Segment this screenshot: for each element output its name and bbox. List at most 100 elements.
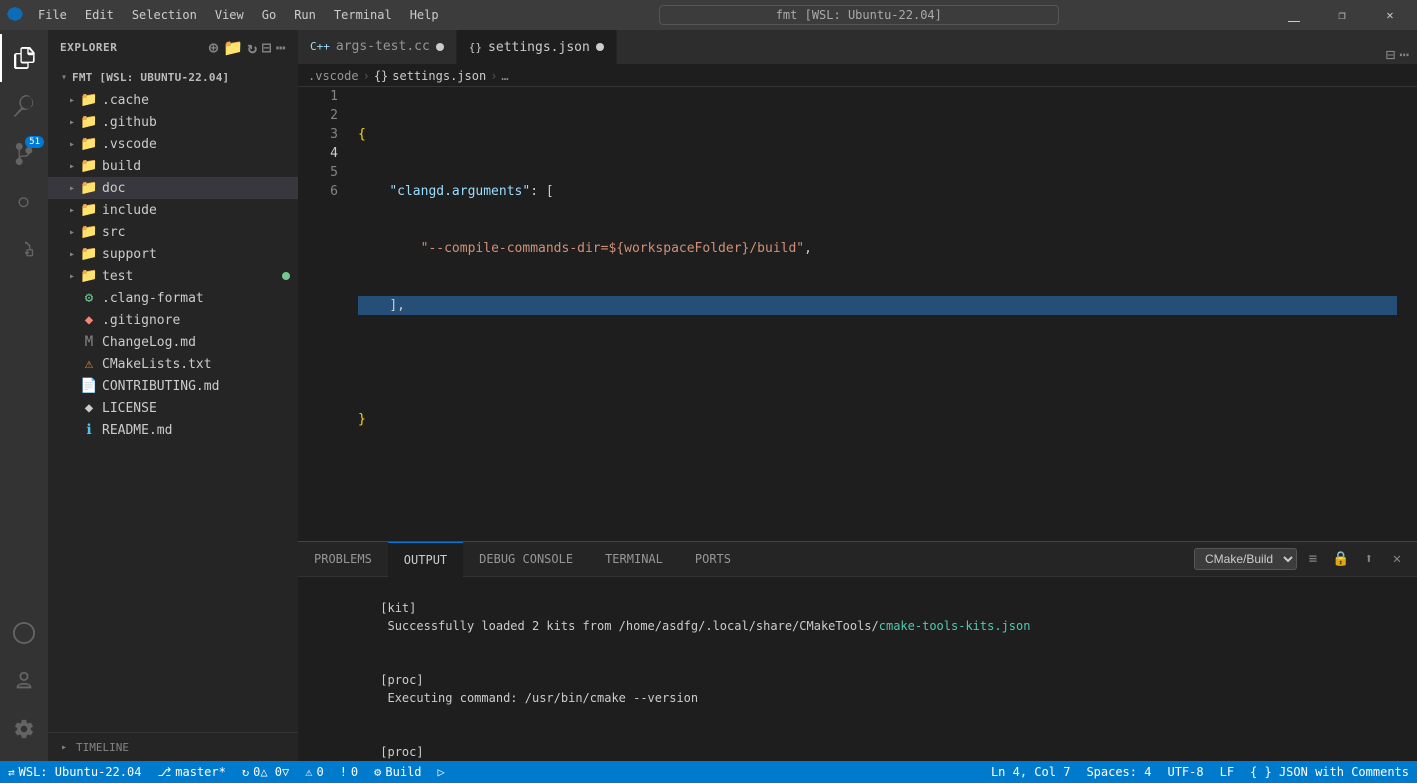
file-label-readme: README.md bbox=[102, 423, 282, 438]
code-line-2: "clangd.arguments": [ bbox=[358, 182, 1397, 201]
dot-test bbox=[282, 272, 290, 280]
tab-output[interactable]: OUTPUT bbox=[388, 542, 463, 577]
status-cursor[interactable]: Ln 4, Col 7 bbox=[983, 761, 1078, 783]
sidebar-item-clang-format[interactable]: ⚙ .clang-format bbox=[48, 287, 298, 309]
menu-view[interactable]: View bbox=[207, 4, 252, 26]
folder-icon-cache: 📁 bbox=[80, 91, 98, 109]
folder-arrow-src bbox=[64, 224, 80, 240]
sidebar-item-build[interactable]: 📁 build bbox=[48, 155, 298, 177]
source-control-icon[interactable]: 51 bbox=[0, 130, 48, 178]
tab-ports[interactable]: PORTS bbox=[679, 542, 747, 577]
log-link-1[interactable]: cmake-tools-kits.json bbox=[879, 619, 1031, 633]
root-folder-item[interactable]: FMT [WSL: UBUNTU-22.04] bbox=[48, 65, 298, 89]
folder-arrow-test bbox=[64, 268, 80, 284]
tab-problems[interactable]: PROBLEMS bbox=[298, 542, 388, 577]
line-num-6: 6 bbox=[298, 182, 338, 201]
sidebar-item-src[interactable]: 📁 src bbox=[48, 221, 298, 243]
sidebar-item-vscode[interactable]: 📁 .vscode bbox=[48, 133, 298, 155]
close-button[interactable]: ✕ bbox=[1367, 0, 1413, 30]
maximize-panel-icon[interactable]: ⬆ bbox=[1357, 547, 1381, 571]
menu-selection[interactable]: Selection bbox=[124, 4, 205, 26]
breadcrumb-ellipsis[interactable]: … bbox=[501, 69, 508, 83]
sidebar-item-license[interactable]: ◆ LICENSE bbox=[48, 397, 298, 419]
new-folder-icon[interactable]: 📁 bbox=[223, 38, 243, 57]
folder-arrow-github bbox=[64, 114, 80, 130]
tab-icon-json: {} bbox=[469, 41, 482, 54]
sidebar-item-changelog[interactable]: M ChangeLog.md bbox=[48, 331, 298, 353]
sidebar-item-support[interactable]: 📁 support bbox=[48, 243, 298, 265]
tab-debug-console[interactable]: DEBUG CONSOLE bbox=[463, 542, 589, 577]
menu-terminal[interactable]: Terminal bbox=[326, 4, 400, 26]
timeline-section[interactable]: TIMELINE bbox=[48, 732, 298, 761]
status-branch[interactable]: ⎇ master* bbox=[149, 761, 233, 783]
tab-settings-json[interactable]: {} settings.json bbox=[457, 30, 617, 64]
status-build[interactable]: ⚙ Build bbox=[366, 761, 429, 783]
status-language[interactable]: { } JSON with Comments bbox=[1242, 761, 1417, 783]
output-channel-select[interactable]: CMake/Build bbox=[1194, 548, 1297, 570]
status-warnings[interactable]: ! 0 bbox=[332, 761, 366, 783]
sidebar-item-include[interactable]: 📁 include bbox=[48, 199, 298, 221]
sidebar-item-cmakelists[interactable]: ⚠ CMakeLists.txt bbox=[48, 353, 298, 375]
folder-arrow-build bbox=[64, 158, 80, 174]
lock-output-icon[interactable]: 🔒 bbox=[1329, 547, 1353, 571]
more-tab-actions-icon[interactable]: ⋯ bbox=[1399, 45, 1409, 64]
minimize-button[interactable]: ⎽ bbox=[1271, 0, 1317, 30]
file-label-license: LICENSE bbox=[102, 401, 282, 416]
menu-edit[interactable]: Edit bbox=[77, 4, 122, 26]
tab-terminal[interactable]: TERMINAL bbox=[589, 542, 679, 577]
remote-explorer-icon[interactable] bbox=[0, 609, 48, 657]
restore-button[interactable]: ❐ bbox=[1319, 0, 1365, 30]
search-icon[interactable] bbox=[0, 82, 48, 130]
menu-help[interactable]: Help bbox=[402, 4, 447, 26]
run-debug-icon[interactable] bbox=[0, 178, 48, 226]
status-eol[interactable]: LF bbox=[1212, 761, 1242, 783]
code-content[interactable]: { "clangd.arguments": [ "--compile-comma… bbox=[348, 87, 1407, 541]
tab-args-test[interactable]: C++ args-test.cc bbox=[298, 30, 457, 64]
split-editor-icon[interactable]: ⊟ bbox=[1386, 45, 1396, 64]
status-sync[interactable]: ↻ 0△ 0▽ bbox=[234, 761, 297, 783]
code-line-1: { bbox=[358, 125, 1397, 144]
log-prefix-kit-1: [kit] bbox=[380, 601, 416, 615]
folder-arrow-doc bbox=[64, 180, 80, 196]
new-file-icon[interactable]: ⊕ bbox=[209, 38, 219, 57]
account-icon[interactable] bbox=[0, 657, 48, 705]
status-errors[interactable]: ⚠ 0 bbox=[297, 761, 331, 783]
tab-modified-settings bbox=[596, 43, 604, 51]
sidebar-item-test[interactable]: 📁 test bbox=[48, 265, 298, 287]
sidebar-item-gitignore[interactable]: ◆ .gitignore bbox=[48, 309, 298, 331]
status-remote[interactable]: ⇄ WSL: Ubuntu-22.04 bbox=[0, 761, 149, 783]
folder-arrow-include bbox=[64, 202, 80, 218]
menu-file[interactable]: File bbox=[30, 4, 75, 26]
settings-icon[interactable] bbox=[0, 705, 48, 753]
breadcrumb-file[interactable]: settings.json bbox=[392, 69, 486, 83]
refresh-icon[interactable]: ↻ bbox=[247, 38, 257, 57]
sidebar-item-contributing[interactable]: 📄 CONTRIBUTING.md bbox=[48, 375, 298, 397]
sidebar-item-cache[interactable]: 📁 .cache bbox=[48, 89, 298, 111]
code-editor[interactable]: 1 2 3 4 5 6 { "clangd.arguments": [ "--c… bbox=[298, 87, 1417, 541]
status-build-label: Build bbox=[385, 765, 421, 779]
status-spaces[interactable]: Spaces: 4 bbox=[1078, 761, 1159, 783]
extensions-icon[interactable] bbox=[0, 226, 48, 274]
menu-go[interactable]: Go bbox=[254, 4, 284, 26]
explorer-icon[interactable] bbox=[0, 34, 48, 82]
sidebar-item-readme[interactable]: ℹ README.md bbox=[48, 419, 298, 441]
clear-output-icon[interactable]: ≡ bbox=[1301, 547, 1325, 571]
code-line-3: "--compile-commands-dir=${workspaceFolde… bbox=[358, 239, 1397, 258]
sidebar-actions: ⊕ 📁 ↻ ⊟ ⋯ bbox=[209, 38, 286, 57]
menu-run[interactable]: Run bbox=[286, 4, 324, 26]
status-encoding[interactable]: UTF-8 bbox=[1159, 761, 1211, 783]
file-icon-license: ◆ bbox=[80, 399, 98, 417]
file-icon-gitignore: ◆ bbox=[80, 311, 98, 329]
collapse-all-icon[interactable]: ⊟ bbox=[262, 38, 272, 57]
error-icon: ⚠ bbox=[305, 765, 312, 779]
file-label-contributing: CONTRIBUTING.md bbox=[102, 379, 282, 394]
more-actions-icon[interactable]: ⋯ bbox=[276, 38, 286, 57]
global-search-box[interactable]: fmt [WSL: Ubuntu-22.04] bbox=[659, 5, 1059, 25]
sidebar-item-doc[interactable]: 📁 doc bbox=[48, 177, 298, 199]
close-panel-icon[interactable]: ✕ bbox=[1385, 547, 1409, 571]
sidebar-item-github[interactable]: 📁 .github bbox=[48, 111, 298, 133]
vertical-scrollbar[interactable] bbox=[1407, 87, 1417, 541]
status-run[interactable]: ▷ bbox=[430, 761, 453, 783]
status-right: Ln 4, Col 7 Spaces: 4 UTF-8 LF { } JSON … bbox=[983, 761, 1417, 783]
breadcrumb-vscode[interactable]: .vscode bbox=[308, 69, 359, 83]
